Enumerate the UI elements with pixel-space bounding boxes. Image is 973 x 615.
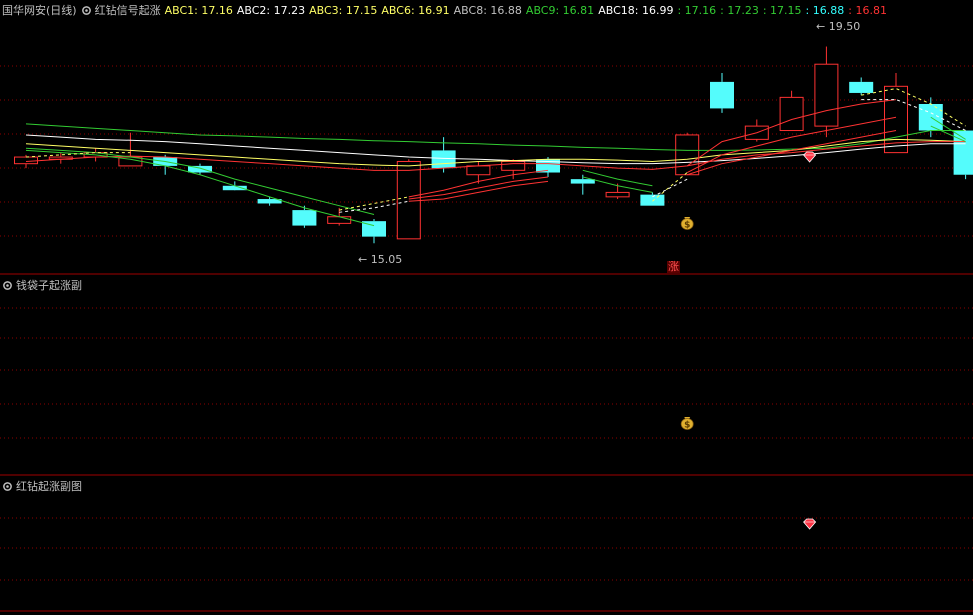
red-diamond-icon (803, 151, 817, 163)
candle-body (292, 210, 317, 226)
candle-body (605, 191, 630, 198)
candle-body (779, 96, 804, 132)
high-price-label: ← 19.50 (816, 20, 861, 33)
legend-item: : 16.88 (805, 3, 845, 17)
candle-body (849, 81, 874, 93)
main-legend: 国华网安 (日线) 红钻信号起涨 ABC1: 17.16 ABC2: 17.23 A… (2, 2, 891, 18)
dashed-line (861, 99, 966, 131)
candle-body (431, 150, 456, 169)
candle-body (327, 216, 352, 224)
gear-icon[interactable] (81, 5, 92, 16)
legend-item: : 17.16 (677, 3, 717, 17)
candle-body (466, 165, 491, 176)
candle-body (814, 63, 839, 127)
gear-icon[interactable] (2, 280, 13, 291)
money-bag-icon: $ (684, 221, 690, 231)
sub-panel-2-title: 红钻起涨副图 (2, 478, 82, 494)
dashed-line (652, 178, 688, 198)
legend-item: : 17.15 (762, 3, 802, 17)
legend-item: ABC8: 16.88 (453, 3, 522, 17)
candles (14, 46, 973, 244)
legend-item: ABC9: 16.81 (525, 3, 595, 17)
candle-body (501, 160, 526, 171)
gear-icon[interactable] (2, 481, 13, 492)
legend-items: ABC1: 17.16 ABC2: 17.23 ABC3: 17.15 ABC6: 1… (165, 4, 891, 17)
low-price-value: 15.05 (370, 253, 403, 266)
red-diamond-icon (803, 518, 817, 530)
sub-panel-2-label: 红钻起涨副图 (16, 480, 82, 493)
high-price-value: 19.50 (828, 20, 861, 33)
dashed-line (652, 172, 688, 202)
legend-item: ABC2: 17.23 (236, 3, 306, 17)
rise-marker: 涨 (667, 260, 680, 273)
legend-item: : 17.23 (720, 3, 759, 17)
legend-item: ABC18: 16.99 (598, 3, 674, 17)
legend-item: ABC3: 17.15 (309, 3, 378, 17)
ma-line (25, 149, 375, 227)
low-price-label: ← 15.05 (358, 253, 403, 266)
ma-line (408, 180, 549, 202)
period-label: (日线) (46, 4, 77, 17)
legend-item: ABC6: 16.91 (381, 3, 450, 17)
legend-item: : 16.81 (848, 3, 887, 17)
candle-body (570, 179, 595, 184)
signal-markers: $$ (680, 151, 817, 530)
legend-item: ABC1: 17.16 (164, 3, 233, 17)
sub-panel-1-title: 钱袋子起涨副 (2, 277, 82, 293)
candle-body (396, 160, 421, 240)
stock-name: 国华网安 (2, 4, 46, 17)
sub-panel-1-label: 钱袋子起涨副 (16, 279, 82, 292)
kline-chart: $$ (0, 46, 973, 612)
candle-body (710, 81, 734, 109)
indicator-name: 红钻信号起涨 (94, 4, 161, 17)
money-bag-icon: $ (684, 421, 690, 431)
candle-body (14, 156, 38, 165)
